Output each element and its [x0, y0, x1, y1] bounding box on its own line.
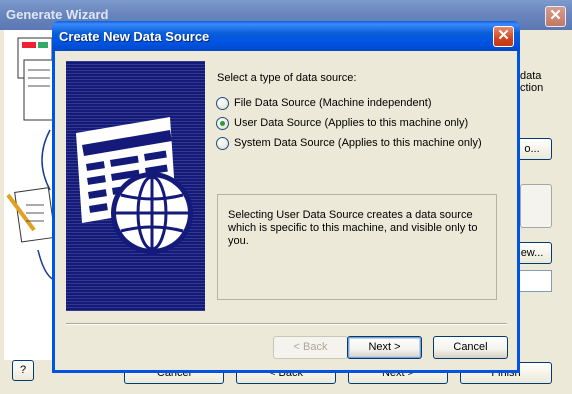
dialog-title: Create New Data Source [59, 29, 210, 44]
file-source-radio[interactable] [216, 96, 229, 110]
help-button[interactable]: ? [12, 360, 34, 381]
data-source-illustration [66, 61, 205, 311]
parent-group-box [520, 184, 552, 228]
next-button[interactable]: Next > [347, 336, 422, 359]
parent-text-field[interactable] [518, 270, 552, 292]
user-source-label[interactable]: User Data Source (Applies to this machin… [234, 117, 468, 129]
radio-option-user[interactable]: User Data Source (Applies to this machin… [216, 116, 468, 130]
source-type-prompt: Select a type of data source: [217, 72, 357, 84]
parent-close-icon[interactable]: ✕ [545, 6, 566, 27]
wizard-illustration-icon [4, 30, 56, 360]
close-icon[interactable]: ✕ [493, 26, 514, 47]
description-text: Selecting User Data Source creates a dat… [228, 209, 478, 247]
globe-icon [111, 172, 193, 254]
create-data-source-dialog: Create New Data Source ✕ Select a type o… [52, 21, 520, 373]
system-source-radio[interactable] [216, 136, 229, 150]
dialog-body: Select a type of data source: File Data … [55, 51, 517, 370]
system-source-label[interactable]: System Data Source (Applies to this mach… [234, 137, 482, 149]
user-source-radio[interactable] [216, 116, 229, 130]
radio-option-file[interactable]: File Data Source (Machine independent) [216, 96, 432, 110]
dialog-titlebar[interactable]: Create New Data Source ✕ [52, 21, 520, 51]
radio-option-system[interactable]: System Data Source (Applies to this mach… [216, 136, 482, 150]
description-box: Selecting User Data Source creates a dat… [217, 194, 497, 300]
parent-window-title: Generate Wizard [6, 7, 109, 22]
button-separator [66, 323, 507, 325]
parent-side-text: data ction [520, 70, 544, 94]
file-source-label[interactable]: File Data Source (Machine independent) [234, 97, 432, 109]
back-button[interactable]: < Back [273, 336, 348, 359]
cancel-button[interactable]: Cancel [433, 336, 508, 359]
